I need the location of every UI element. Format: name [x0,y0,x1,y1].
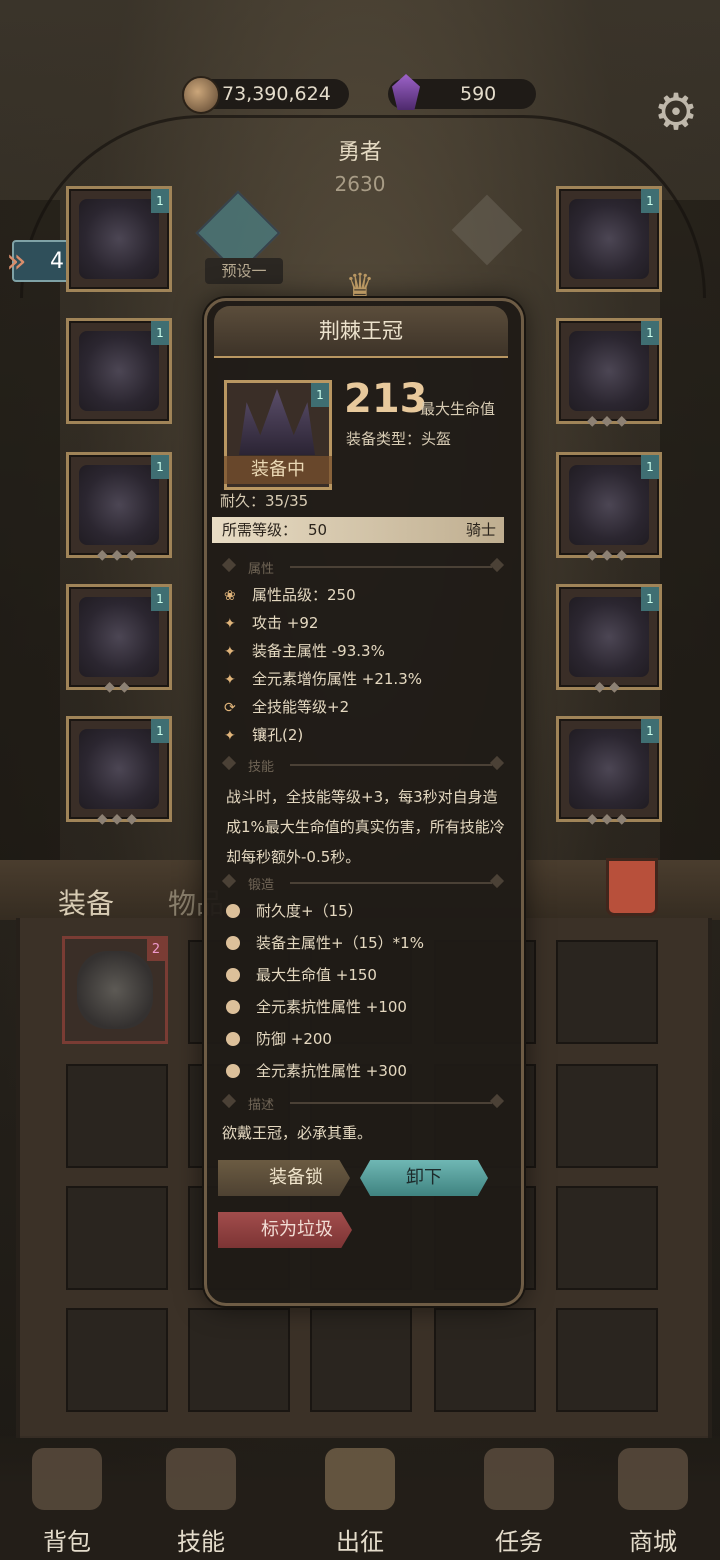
inventory-cell[interactable] [556,1308,658,1412]
inventory-cell[interactable] [556,1186,658,1290]
flavor-text: 欲戴王冠，必承其重。 [222,1124,373,1142]
equip-slot-boots[interactable]: 1 ◆◆◆ [66,716,172,827]
section-description: 描述 [220,1093,506,1113]
sparkle-icon: ✦ [224,672,236,688]
equip-slot-shield[interactable]: 1 ◆◆◆ [556,716,662,827]
attribute-line: ✦ 全元素增伤属性 +21.3% [224,668,422,690]
slot-level-badge: 1 [311,383,329,407]
forge-line: 装备主属性+（15）*1% [226,932,424,954]
amulet-icon [77,951,153,1029]
required-level-value: 50 [308,521,328,539]
nav-skills[interactable]: 技能 [146,1448,256,1557]
inventory-item-amulet[interactable]: 2 [62,936,168,1044]
trash-button-label: 标为垃圾 [261,1219,333,1240]
forge-line: 防御 +200 [226,1028,332,1050]
main-stat-label: 最大生命值 [420,400,496,418]
required-level-bar: 所需等级： 50 骑士 [212,517,504,543]
nav-label: 技能 [177,1528,225,1556]
section-forge: 锻造 [220,873,506,893]
tab-equipment[interactable]: 装备 [58,882,114,922]
grade-emblem-icon: ❀ [224,588,236,604]
inventory-cell[interactable] [66,1186,168,1290]
attribute-line: ⟳ 全技能等级+2 [224,696,349,718]
equip-slot-ring[interactable]: 1 ◆◆◆ [556,318,662,429]
nav-label: 出征 [336,1528,384,1556]
skill-book-icon [166,1448,236,1510]
quest-scroll-icon [484,1448,554,1510]
equipment-lock-button[interactable]: 装备锁 [218,1160,350,1196]
inventory-cell[interactable] [66,1308,168,1412]
unequip-button[interactable]: 卸下 [360,1160,488,1196]
nav-backpack[interactable]: 背包 [12,1448,122,1557]
attribute-line: ✦ 装备主属性 -93.3% [224,640,385,662]
coin-icon [182,76,220,114]
gold-counter: 73,390,624 [182,76,349,114]
nav-shop[interactable]: 商城 [598,1448,708,1557]
left-pillar [0,200,60,860]
section-attributes: 属性 [220,557,506,577]
inventory-cell[interactable] [556,940,658,1044]
equipped-label: 装备中 [224,456,332,484]
double-arrow-icon: » [6,241,27,281]
nav-quests[interactable]: 任务 [464,1448,574,1557]
main-stat-value: 213 [344,376,428,422]
nav-label: 任务 [495,1528,543,1556]
forge-line: 最大生命值 +150 [226,964,377,986]
sparkle-icon: ✦ [224,644,236,660]
inventory-cell[interactable] [66,1064,168,1168]
cycle-icon: ⟳ [224,700,236,716]
nav-label: 商城 [629,1528,677,1556]
equip-slot-helmet[interactable]: 1 [66,186,172,292]
attribute-line: ✦ 镶孔(2) [224,724,303,746]
inventory-cell[interactable] [556,1064,658,1168]
equip-slot-legs[interactable]: 1 ◆◆ [66,584,172,695]
unequip-button-label: 卸下 [406,1167,442,1188]
shop-icon [618,1448,688,1510]
preset-label[interactable]: 预设一 [205,258,283,284]
gem-counter: 590 [388,74,537,112]
item-count-badge: 2 [147,939,165,961]
item-name: 荆棘王冠 [214,306,508,358]
inventory-cell[interactable] [188,1308,290,1412]
equip-slot-weapon[interactable]: 1 ◆◆◆ [556,452,662,563]
forge-line: 全元素抗性属性 +100 [226,996,407,1018]
thorn-crown-icon [239,389,315,455]
section-skills: 技能 [220,755,506,775]
backpack-icon [32,1448,102,1510]
equip-slot-necklace[interactable]: 1 [556,186,662,292]
inventory-cell[interactable] [310,1308,412,1412]
equip-slot-armor[interactable]: 1 [66,318,172,424]
attribute-line: ❀ 属性品级：250 [224,584,356,606]
lock-button-label: 装备锁 [269,1167,323,1188]
durability: 耐久：35/35 [220,492,309,510]
inventory-cell[interactable] [434,1308,536,1412]
required-class: 骑士 [465,521,496,539]
equip-slot-offhand[interactable]: 1 ◆◆ [556,584,662,695]
forge-line: 全元素抗性属性 +300 [226,1060,407,1082]
hero-name: 勇者 [337,140,382,165]
sparkle-icon: ✦ [224,728,236,744]
right-pillar [660,200,720,860]
nav-expedition[interactable]: 出征 [305,1448,415,1557]
forge-line: 耐久度+（15） [226,900,363,922]
sparkle-icon: ✦ [224,616,236,632]
crown-ornament-icon: ♛ [345,266,375,304]
attribute-line: ✦ 攻击 +92 [224,612,318,634]
trash-can-icon[interactable] [606,858,658,916]
settings-gear-icon[interactable]: ⚙ [650,86,702,138]
required-level-label: 所需等级： [222,521,298,539]
sword-icon [325,1448,395,1510]
equipment-type: 装备类型：头盔 [346,430,452,448]
equip-slot-gloves[interactable]: 1 ◆◆◆ [66,452,172,563]
mark-as-trash-button[interactable]: 标为垃圾 [218,1212,352,1248]
nav-label: 背包 [43,1528,91,1556]
skill-description: 战斗时，全技能等级+3，每3秒对自身造成1%最大生命值的真实伤害，所有技能冷却每… [226,788,505,866]
